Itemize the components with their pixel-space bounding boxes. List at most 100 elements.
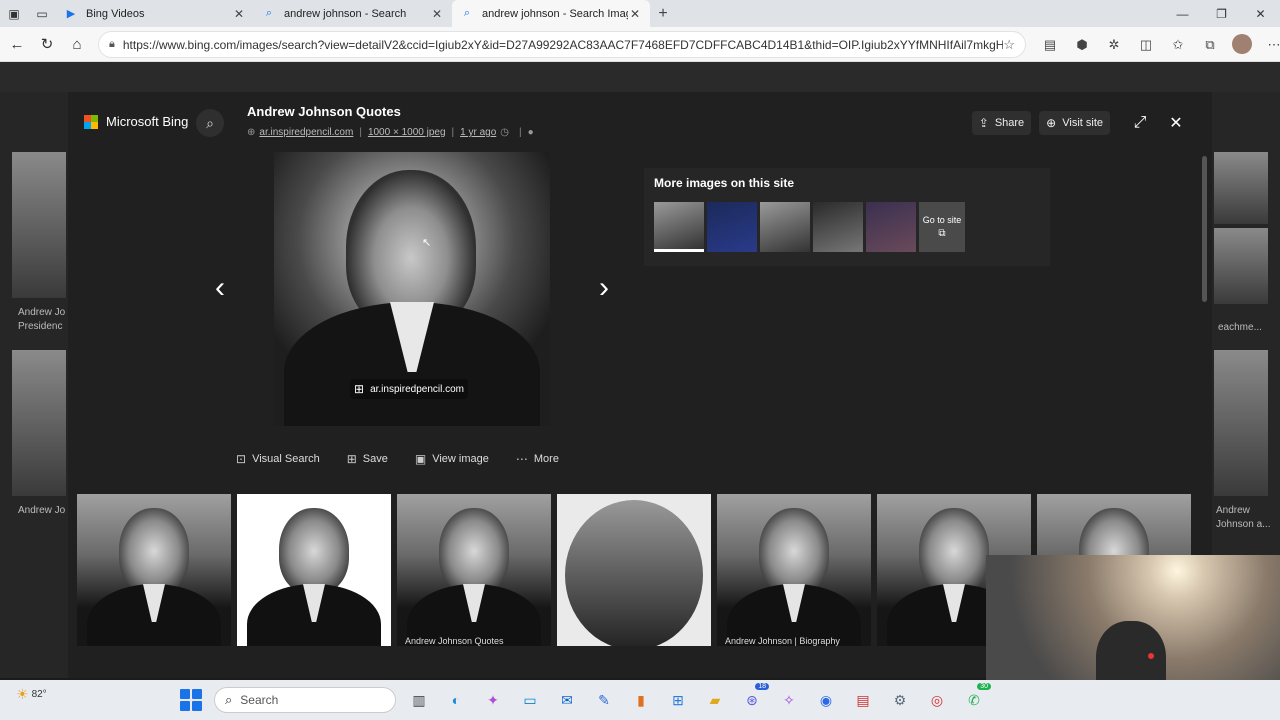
split-screen-icon[interactable]: ◫ <box>1130 31 1162 58</box>
home-icon[interactable]: ⌂ <box>62 29 92 59</box>
extension-icon[interactable]: ▤ <box>1034 31 1066 58</box>
close-tab-icon[interactable]: ✕ <box>628 7 642 21</box>
search-icon[interactable]: ⌕ <box>196 109 224 137</box>
visit-site-button[interactable]: ⊕ Visit site <box>1039 111 1110 135</box>
tab-title: andrew johnson - Search <box>284 7 407 20</box>
chrome-icon[interactable]: ◎ <box>922 685 952 715</box>
more-button[interactable]: ⋯ More <box>516 452 559 466</box>
teams-icon[interactable]: ⊛ 18 <box>737 683 769 715</box>
notification-badge: 30 <box>977 683 991 690</box>
tab-bing-videos[interactable]: ▶ Bing Videos ✕ <box>56 0 254 27</box>
expand-icon[interactable]: ⤢ <box>1126 109 1154 137</box>
previous-image-arrow-icon[interactable]: ‹ <box>205 268 235 308</box>
refresh-icon[interactable]: ↻ <box>32 29 62 59</box>
start-button[interactable] <box>180 689 202 711</box>
globe-icon: ⊕ <box>1046 116 1057 130</box>
go-to-site-button[interactable]: Go to site ⧉ <box>919 202 965 252</box>
site-image-thumbnail[interactable] <box>760 202 810 252</box>
puzzle-extension-icon[interactable]: ✲ <box>1098 31 1130 58</box>
favorite-star-icon[interactable]: ☆ <box>1003 37 1015 53</box>
site-image-thumbnail[interactable] <box>866 202 916 252</box>
related-image[interactable]: Andrew Johnson Quotes <box>397 494 551 646</box>
related-image[interactable] <box>237 494 391 646</box>
weather-widget[interactable]: ☀ 82° <box>16 686 47 703</box>
close-window-icon[interactable]: ✕ <box>1241 0 1280 27</box>
background-label: eachme... <box>1218 322 1262 333</box>
favorites-icon[interactable]: ✩ <box>1162 31 1194 58</box>
profile-avatar[interactable] <box>1232 34 1252 54</box>
minimize-icon[interactable]: — <box>1163 0 1202 27</box>
browser-tabbar: ▣ ▭ ▶ Bing Videos ✕ ⌕ andrew johnson - S… <box>0 0 1280 27</box>
outlook-icon[interactable]: ✉ <box>552 685 582 715</box>
source-site-link[interactable]: ar.inspiredpencil.com <box>259 127 353 138</box>
more-options-icon[interactable]: ⋯ <box>1258 31 1280 58</box>
url-text[interactable]: https://www.bing.com/images/search?view=… <box>123 38 1003 52</box>
tab-andrew-johnson-images[interactable]: ⌕ andrew johnson - Search Images ✕ <box>452 0 650 27</box>
save-button[interactable]: ⊞ Save <box>347 452 388 466</box>
share-button[interactable]: ⇪ Share <box>971 111 1032 135</box>
copilot-app-icon[interactable]: ✦ <box>478 685 508 715</box>
tab-title: andrew johnson - Search Images <box>482 7 628 20</box>
settings-gear-icon[interactable]: ⚙ <box>885 685 915 715</box>
workspaces-icon[interactable]: ▣ <box>0 0 28 27</box>
site-image-thumbnail[interactable] <box>707 202 757 252</box>
next-image-arrow-icon[interactable]: › <box>589 268 619 308</box>
background-label: Presidenc <box>18 321 63 332</box>
site-image-thumbnail[interactable] <box>813 202 863 252</box>
view-image-button[interactable]: ▣ View image <box>415 452 489 466</box>
main-image[interactable]: ↖ ⊞ ar.inspiredpencil.com <box>274 152 550 426</box>
maximize-icon[interactable]: ❐ <box>1202 0 1241 27</box>
address-bar[interactable]: 🔒︎ https://www.bing.com/images/search?vi… <box>98 31 1026 58</box>
more-images-thumbnails: Go to site ⧉ <box>654 202 965 252</box>
background-thumbnail[interactable] <box>12 152 66 298</box>
info-icon[interactable]: ● <box>528 127 534 138</box>
share-icon: ⇪ <box>978 116 989 130</box>
image-size-link[interactable]: 1000 × 1000 jpeg <box>368 127 446 138</box>
whatsapp-icon[interactable]: ✆ 30 <box>959 683 991 715</box>
taskbar-apps: ▥ ◐ ✦ ▭ ✉ ✎ ▮ ⊞ ▰ ⊛ 18 ✧ ◉ ▤ ⚙ ◎ ✆ 30 <box>404 683 996 715</box>
image-title[interactable]: Andrew Johnson Quotes <box>247 104 401 119</box>
close-icon[interactable]: ✕ <box>1162 109 1190 137</box>
tab-actions-icon[interactable]: ▭ <box>28 0 56 27</box>
lock-icon[interactable]: 🔒︎ <box>109 38 115 51</box>
image-age-link[interactable]: 1 yr ago <box>460 127 496 138</box>
image-meta: ⊕ ar.inspiredpencil.com | 1000 × 1000 jp… <box>247 127 538 138</box>
office-app-icon[interactable]: ▮ <box>626 685 656 715</box>
monitor-app-icon[interactable]: ▭ <box>515 685 545 715</box>
related-image[interactable]: Andrew Johnson | Biography <box>717 494 871 646</box>
extension-icons: ▤ ⬢ ✲ ◫ ✩ ⧉ ⋯ ✦ <box>1034 31 1280 58</box>
file-explorer-icon[interactable]: ▰ <box>700 685 730 715</box>
background-thumbnail[interactable] <box>1214 152 1268 224</box>
copilot-pro-icon[interactable]: ✧ <box>774 685 804 715</box>
related-image[interactable] <box>557 494 711 646</box>
notification-badge: 18 <box>755 683 769 690</box>
taskbar-search-box[interactable]: ⌕ Search <box>214 687 396 713</box>
back-icon[interactable]: ← <box>2 29 32 59</box>
visual-search-button[interactable]: ⊡ Visual Search <box>236 452 320 466</box>
shield-extension-icon[interactable]: ⬢ <box>1066 31 1098 58</box>
tab-andrew-johnson-search[interactable]: ⌕ andrew johnson - Search ✕ <box>254 0 452 27</box>
source-chip[interactable]: ⊞ ar.inspiredpencil.com <box>350 379 468 399</box>
site-image-thumbnail[interactable] <box>654 202 704 252</box>
headset-light <box>1148 653 1154 659</box>
background-thumbnail[interactable] <box>1214 350 1268 496</box>
close-tab-icon[interactable]: ✕ <box>430 7 444 21</box>
related-caption: Andrew Johnson Quotes <box>405 636 504 646</box>
store-icon[interactable]: ⊞ <box>663 685 693 715</box>
bing-brand[interactable]: Microsoft Bing <box>84 114 188 129</box>
collections-icon[interactable]: ⧉ <box>1194 31 1226 58</box>
screen-recorder-icon[interactable]: ▤ <box>848 685 878 715</box>
modal-scrollbar[interactable] <box>1202 156 1207 302</box>
close-tab-icon[interactable]: ✕ <box>232 7 246 21</box>
pen-app-icon[interactable]: ✎ <box>589 685 619 715</box>
search-icon: ⌕ <box>225 692 233 707</box>
background-thumbnail[interactable] <box>1214 228 1268 304</box>
background-label: Johnson a... <box>1216 519 1271 530</box>
task-view-icon[interactable]: ▥ <box>404 685 434 715</box>
background-thumbnail[interactable] <box>12 350 66 496</box>
zoom-icon[interactable]: ◉ <box>811 685 841 715</box>
edge-icon[interactable]: ◐ <box>441 685 471 715</box>
new-tab-button[interactable]: + <box>650 0 676 27</box>
related-image[interactable] <box>77 494 231 646</box>
weather-temp: 82° <box>31 689 47 700</box>
